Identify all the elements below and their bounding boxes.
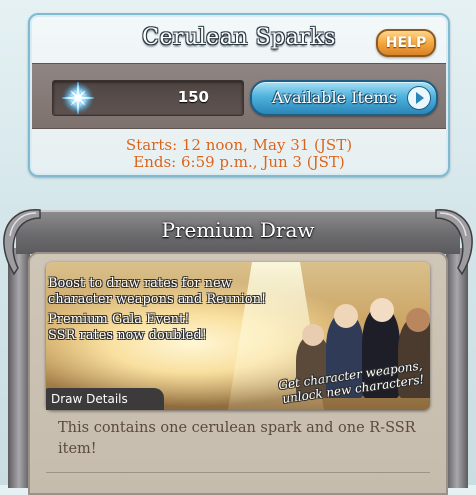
- banner-line: character weapons and Reunion!: [48, 292, 267, 307]
- available-items-label: Available Items: [272, 88, 397, 107]
- premium-draw-title: Premium Draw: [161, 218, 315, 242]
- start-date: Starts: 12 noon, May 31 (JST): [125, 136, 353, 154]
- draw-description: This contains one cerulean spark and one…: [58, 420, 416, 457]
- premium-draw-frame: Premium Draw Boost to draw rates for new…: [0, 204, 476, 495]
- character-head: [370, 298, 394, 322]
- character-head: [302, 324, 324, 346]
- frame-pillar-left: [8, 248, 30, 488]
- banner-line: SSR rates now doubled!: [48, 328, 207, 343]
- arrow-right-icon: [407, 86, 431, 110]
- available-items-button[interactable]: Available Items: [250, 80, 438, 116]
- draw-details-button[interactable]: Draw Details: [46, 388, 164, 410]
- banner-line: Premium Gala Event!: [48, 312, 190, 327]
- character-head: [334, 304, 358, 328]
- spark-info-band: 150 Available Items: [32, 63, 446, 129]
- spark-count-box: 150: [52, 80, 244, 116]
- character-head: [406, 308, 430, 332]
- help-button[interactable]: HELP: [376, 29, 436, 57]
- cerulean-spark-icon: [61, 81, 95, 115]
- frame-pillar-right: [446, 248, 468, 488]
- end-date: Ends: 6:59 p.m., Jun 3 (JST): [133, 153, 345, 171]
- divider: [46, 472, 430, 473]
- event-dates: Starts: 12 noon, May 31 (JST) Ends: 6:59…: [30, 137, 448, 171]
- spark-count: 150: [177, 88, 209, 106]
- banner-promo-text: Boost to draw rates for new character we…: [48, 276, 278, 344]
- banner-line: Boost to draw rates for new: [48, 276, 232, 291]
- cerulean-sparks-panel: Cerulean Sparks HELP 150 Available Items…: [28, 13, 450, 177]
- premium-draw-panel: Boost to draw rates for new character we…: [28, 252, 448, 495]
